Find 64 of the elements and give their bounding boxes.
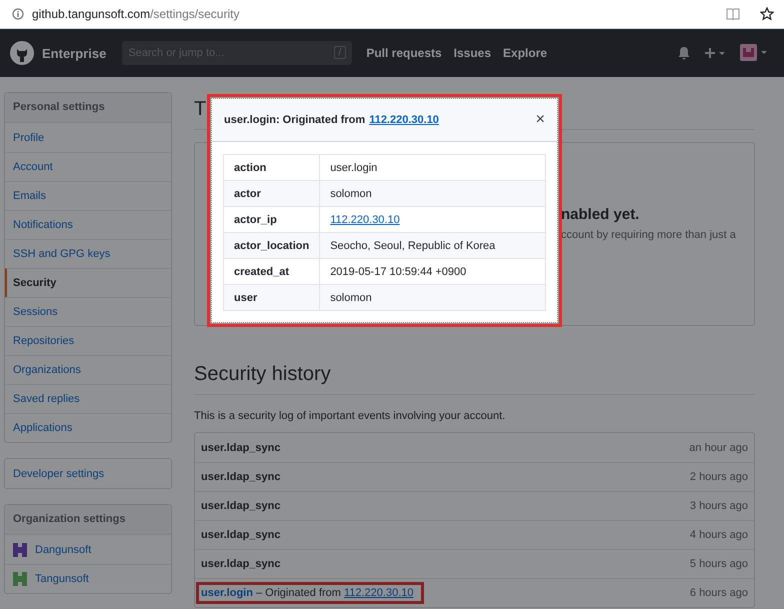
org-name: Dangunsoft bbox=[35, 544, 92, 556]
menu-item[interactable]: Saved replies bbox=[5, 384, 171, 413]
org-item[interactable]: Dangunsoft bbox=[5, 535, 171, 564]
event-name: user.ldap_sync bbox=[201, 442, 280, 454]
event-time: 2 hours ago bbox=[690, 471, 748, 483]
menu-item[interactable]: Account bbox=[5, 152, 171, 181]
field-key: action bbox=[224, 154, 320, 180]
field-value: Seocho, Seoul, Republic of Korea bbox=[320, 232, 546, 258]
org-item[interactable]: Tangunsoft bbox=[5, 564, 171, 593]
info-icon[interactable] bbox=[12, 8, 24, 20]
bell-icon[interactable] bbox=[678, 46, 690, 60]
menu-item[interactable]: SSH and GPG keys bbox=[5, 239, 171, 268]
url-host: github.tangunsoft.com bbox=[32, 7, 150, 21]
org-name: Tangunsoft bbox=[35, 573, 89, 585]
ip-link[interactable]: 112.220.30.10 bbox=[344, 587, 414, 599]
panel-heading: nabled yet. bbox=[561, 206, 640, 223]
brand-name[interactable]: Enterprise bbox=[42, 46, 106, 60]
event-time: 3 hours ago bbox=[690, 500, 748, 512]
menu-item[interactable]: Applications bbox=[5, 413, 171, 442]
menu-heading: Organization settings bbox=[5, 505, 171, 535]
field-key: actor bbox=[224, 180, 320, 206]
event-name: user.ldap_sync bbox=[201, 529, 280, 541]
nav-link[interactable]: Pull requests bbox=[366, 46, 442, 60]
ip-link[interactable]: 112.220.30.10 bbox=[330, 214, 400, 226]
menu-item[interactable]: Developer settings bbox=[5, 459, 171, 488]
event-link[interactable]: user.login bbox=[201, 587, 253, 599]
event-time: an hour ago bbox=[689, 442, 748, 454]
star-icon[interactable] bbox=[760, 7, 774, 21]
org-avatar-icon bbox=[13, 542, 27, 556]
event-name: user.ldap_sync bbox=[201, 500, 280, 512]
section-title: Security history bbox=[194, 363, 755, 395]
avatar-caret-icon[interactable] bbox=[740, 44, 768, 62]
menu-item[interactable]: Notifications bbox=[5, 210, 171, 239]
book-icon[interactable] bbox=[726, 8, 740, 20]
ip-link[interactable]: 112.220.30.10 bbox=[369, 114, 439, 126]
field-value: solomon bbox=[320, 180, 546, 206]
octocat-logo-icon[interactable] bbox=[10, 41, 34, 65]
panel-text: ccount by requiring more than just a bbox=[561, 229, 737, 241]
field-key: user bbox=[224, 284, 320, 310]
menu-item[interactable]: Repositories bbox=[5, 326, 171, 355]
origin-text: – Originated from bbox=[256, 587, 341, 599]
nav-link[interactable]: Issues bbox=[454, 46, 492, 60]
dialog-title: user.login: Originated from bbox=[224, 114, 366, 126]
menu-item[interactable]: Security bbox=[5, 268, 171, 297]
menu-heading: Personal settings bbox=[5, 93, 171, 123]
url-path: /settings/security bbox=[150, 7, 240, 21]
plus-caret-icon[interactable] bbox=[704, 47, 726, 59]
field-value: solomon bbox=[320, 284, 546, 310]
menu-item[interactable]: Organizations bbox=[5, 355, 171, 384]
nav-link[interactable]: Explore bbox=[503, 46, 548, 60]
event-time: 4 hours ago bbox=[690, 529, 748, 541]
field-key: actor_location bbox=[224, 232, 320, 258]
event-name: user.ldap_sync bbox=[201, 471, 280, 483]
event-name: user.ldap_sync bbox=[201, 558, 280, 570]
event-time: 6 hours ago bbox=[690, 587, 748, 599]
menu-item[interactable]: Profile bbox=[5, 123, 171, 152]
description-text: This is a security log of important events involving your account. bbox=[194, 410, 506, 422]
org-avatar-icon bbox=[13, 572, 27, 586]
shortcut-key: / bbox=[334, 46, 346, 59]
close-button[interactable]: × bbox=[534, 111, 547, 129]
menu-item[interactable]: Emails bbox=[5, 181, 171, 210]
field-value: user.login bbox=[320, 154, 546, 180]
event-time: 5 hours ago bbox=[690, 558, 748, 570]
menu-item[interactable]: Sessions bbox=[5, 297, 171, 326]
